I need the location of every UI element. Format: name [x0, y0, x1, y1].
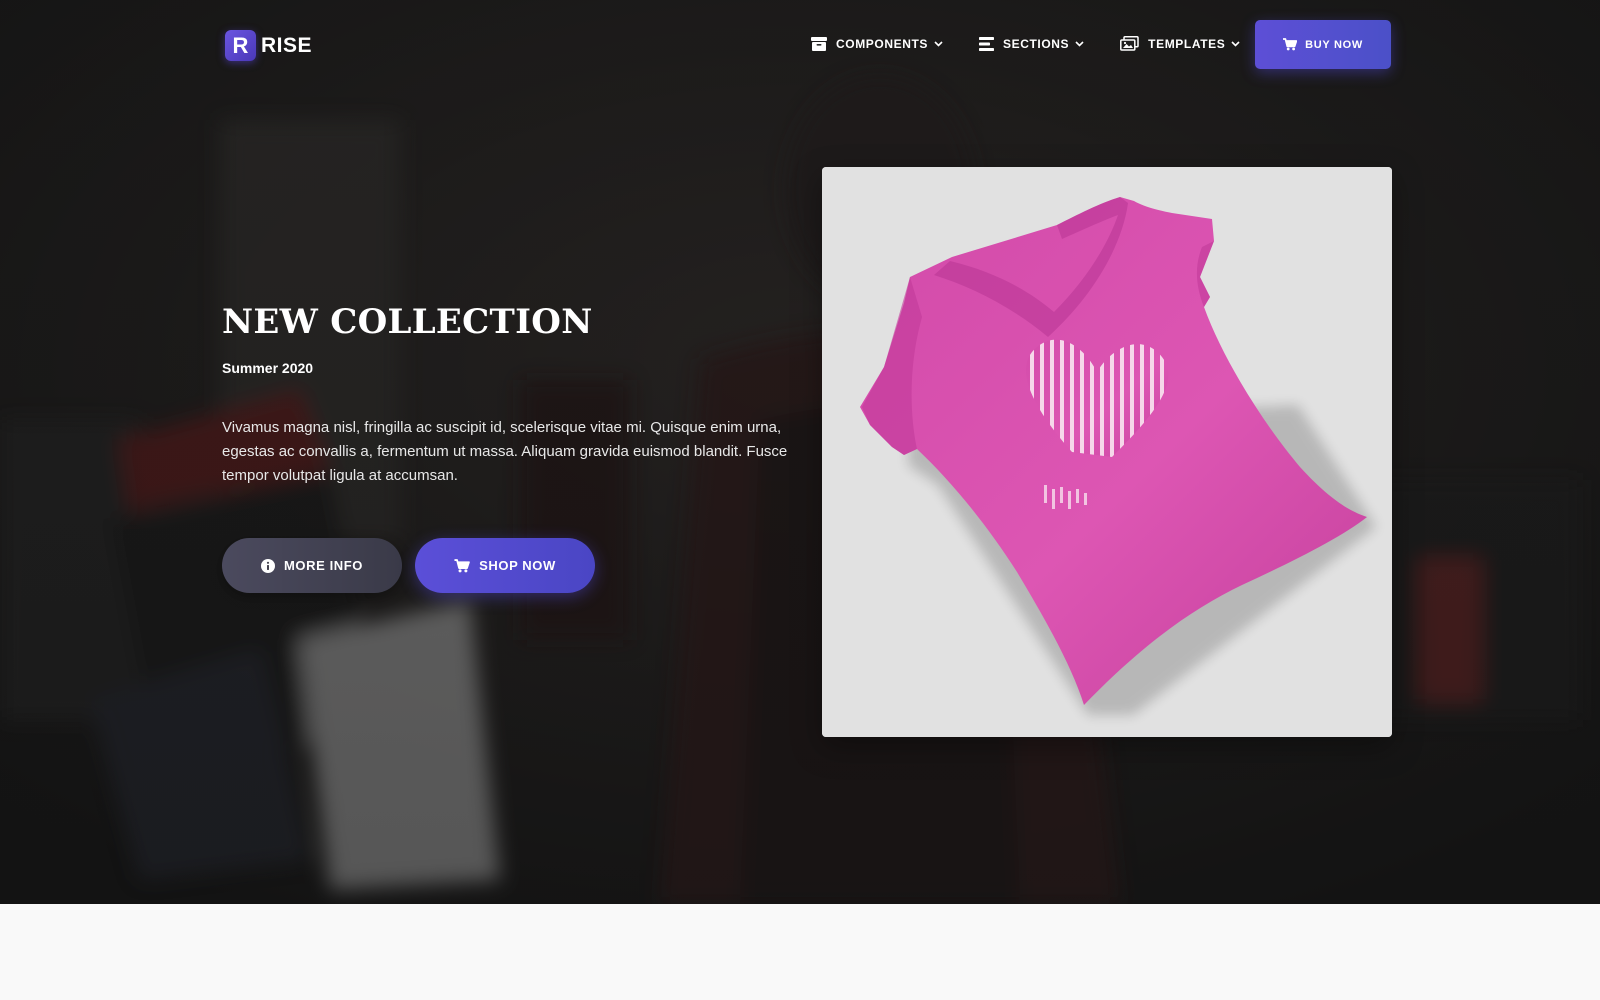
product-image-card — [822, 167, 1392, 737]
chevron-down-icon — [934, 40, 943, 47]
nav-item-label: TEMPLATES — [1148, 36, 1226, 51]
hero-description: Vivamus magna nisl, fringilla ac suscipi… — [222, 419, 788, 484]
chevron-down-icon — [1075, 40, 1084, 47]
more-info-button[interactable]: MORE INFO — [222, 538, 402, 593]
nav-item-label: COMPONENTS — [836, 36, 929, 51]
buy-now-button[interactable]: BUY NOW — [1255, 20, 1391, 69]
nav-item-label: SECTIONS — [1003, 36, 1070, 51]
shop-now-button[interactable]: SHOP NOW — [415, 538, 595, 593]
t-shirt-image — [822, 167, 1392, 737]
nav-item-sections[interactable]: SECTIONS — [979, 36, 1084, 51]
brand-mark: R — [225, 30, 256, 61]
archive-icon — [811, 36, 827, 51]
nav-item-components[interactable]: COMPONENTS — [811, 36, 943, 51]
chevron-down-icon — [1231, 40, 1240, 47]
hero-section: R RISE COMPONENTS SECTIONS TEMPLATES BUY… — [0, 0, 1600, 904]
shop-now-label: SHOP NOW — [479, 558, 556, 573]
info-icon — [260, 558, 275, 573]
nav-item-templates[interactable]: TEMPLATES — [1120, 36, 1240, 51]
top-navbar: R RISE COMPONENTS SECTIONS TEMPLATES BUY… — [0, 0, 1600, 90]
images-icon — [1120, 36, 1139, 51]
hero-subtitle: Summer 2020 — [222, 360, 314, 376]
below-hero-section — [0, 904, 1600, 1000]
buy-now-label: BUY NOW — [1305, 38, 1363, 51]
brand-name: RISE — [261, 33, 313, 57]
more-info-label: MORE INFO — [283, 558, 364, 573]
cart-icon — [1283, 38, 1298, 51]
hero-title: NEW COLLECTION — [222, 302, 593, 342]
list-icon — [979, 36, 995, 51]
cart-icon — [454, 558, 470, 572]
brand-logo[interactable]: R RISE — [225, 30, 312, 61]
nav-links: COMPONENTS SECTIONS TEMPLATES — [811, 36, 1240, 51]
